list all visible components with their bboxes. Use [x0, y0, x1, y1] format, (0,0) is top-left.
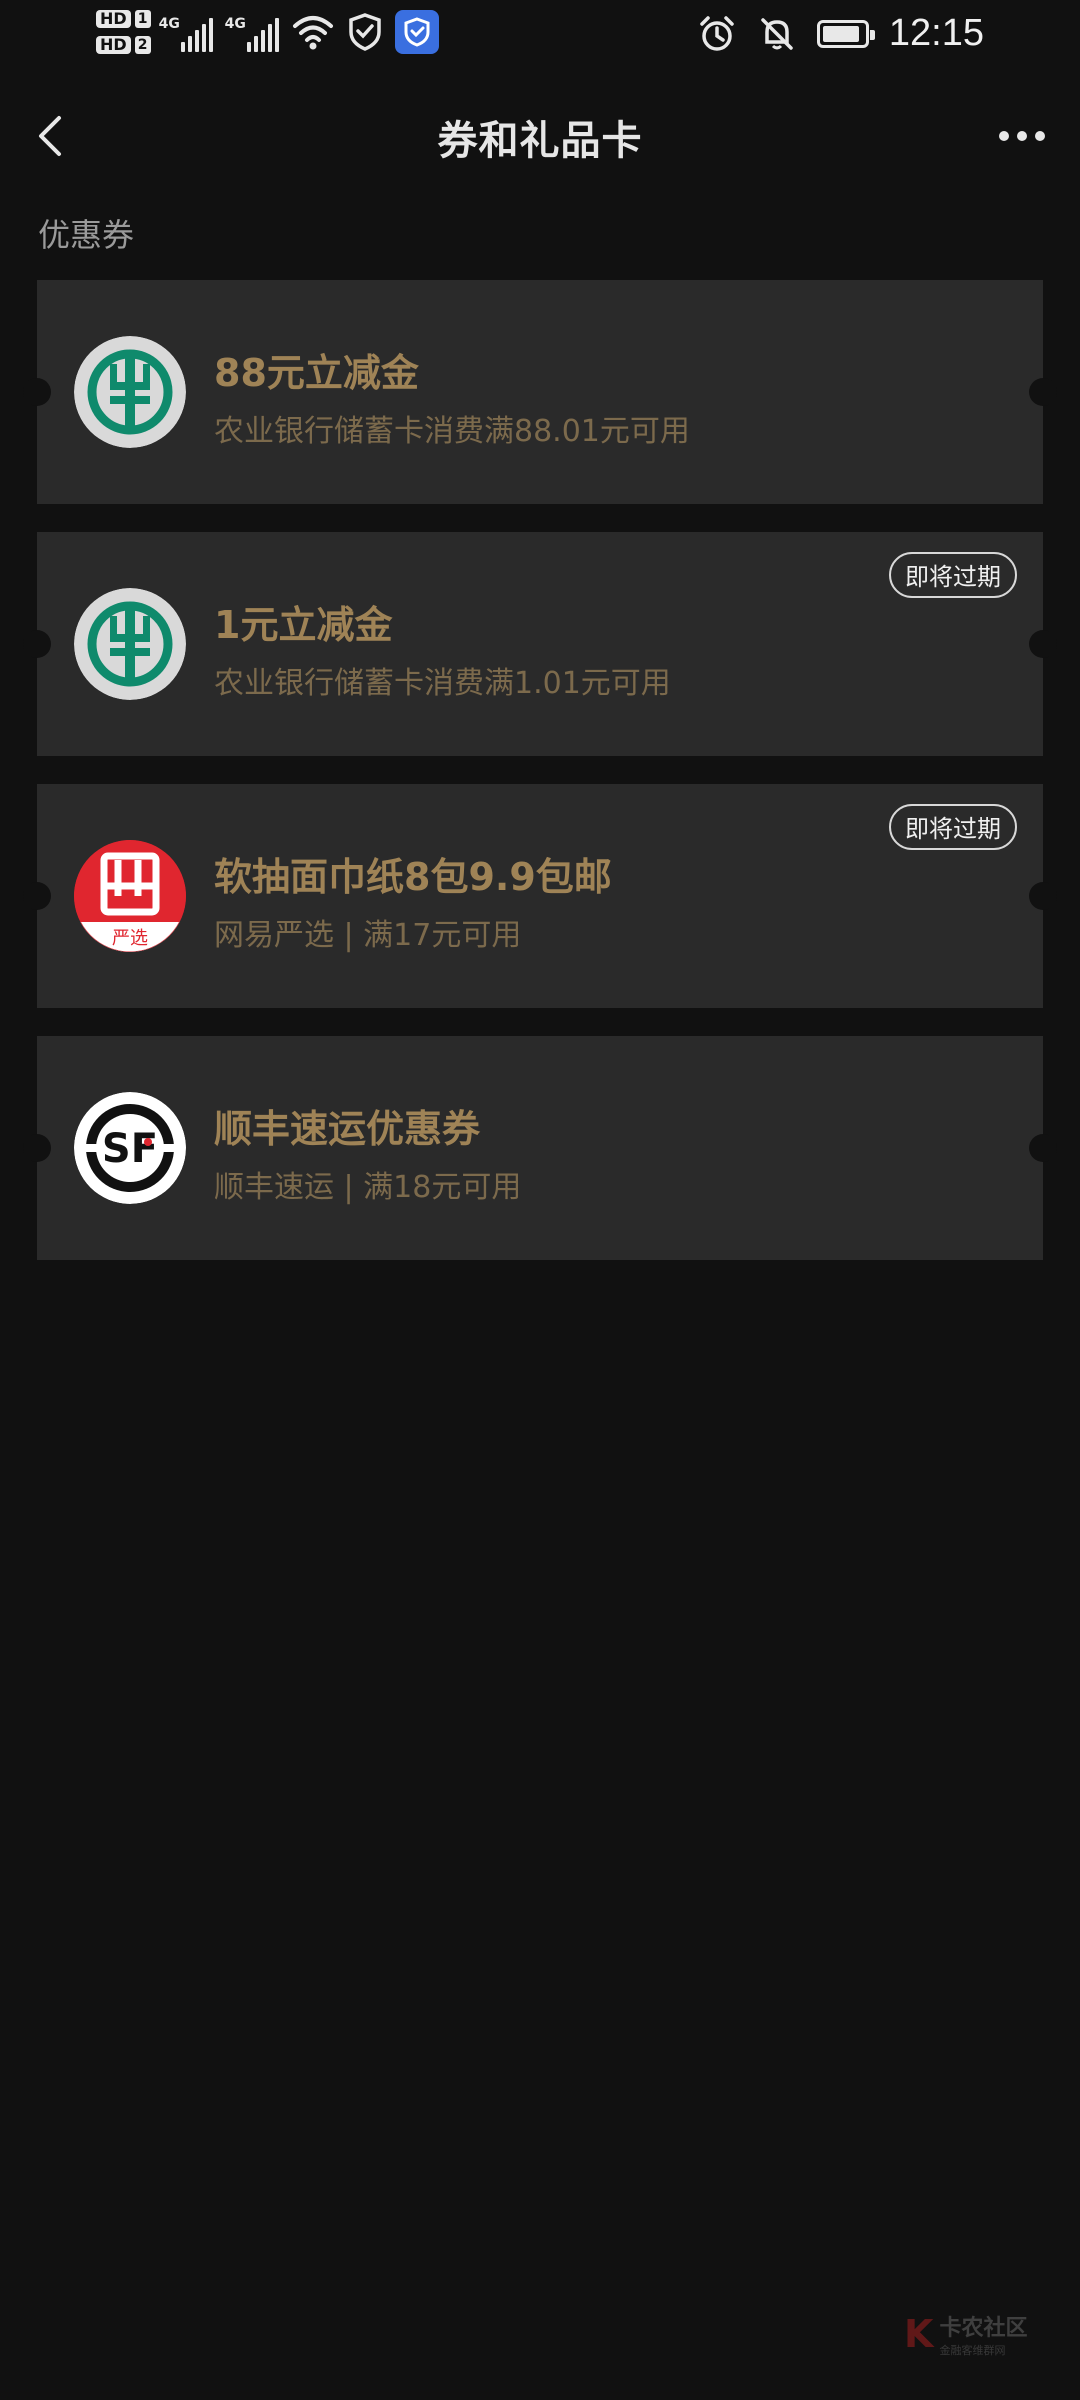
- coupon-description: 农业银行储蓄卡消费满1.01元可用: [214, 666, 671, 701]
- nav-bar: 券和礼品卡: [0, 90, 1080, 180]
- guard-app-icon: [394, 10, 439, 54]
- alarm-icon: [700, 15, 734, 51]
- coupon-card[interactable]: 即将过期 严选 软抽面巾纸8包9.9包邮 网易严选 | 满17元可用: [23, 784, 1057, 1008]
- network-type: 4G: [158, 16, 180, 32]
- status-left: HD 1 HD 2 4G 4G: [96, 10, 439, 54]
- coupon-description: 顺丰速运 | 满18元可用: [214, 1170, 522, 1205]
- abc-bank-logo: [74, 588, 186, 700]
- watermark-k-logo: K: [904, 2312, 934, 2356]
- watermark: K 卡农社区 金融客维群网: [904, 2310, 1027, 2358]
- watermark-line1: 卡农社区: [939, 2316, 1028, 2341]
- signal-icon: 4G: [159, 10, 217, 54]
- network-type: 4G: [224, 16, 246, 32]
- page-title: 券和礼品卡: [437, 118, 643, 164]
- sim2-indicator: HD 2: [96, 36, 151, 54]
- more-horizontal-icon: [999, 131, 1009, 141]
- coupon-title: 软抽面巾纸8包9.9包邮: [214, 855, 612, 899]
- sf-express-logo: SF: [74, 1092, 186, 1204]
- abc-bank-logo: [74, 336, 186, 448]
- battery-icon: [816, 19, 875, 48]
- security-shield-icon: [348, 13, 381, 51]
- coupon-card[interactable]: 88元立减金 农业银行储蓄卡消费满88.01元可用: [23, 280, 1057, 504]
- coupon-description: 农业银行储蓄卡消费满88.01元可用: [214, 414, 690, 449]
- status-right: 12:15: [697, 12, 984, 55]
- coupon-card[interactable]: SF 顺丰速运优惠券 顺丰速运 | 满18元可用: [23, 1036, 1057, 1260]
- yanxuan-caption: 严选: [112, 928, 148, 949]
- wifi-icon: [292, 16, 333, 50]
- hd-badge: HD: [96, 36, 131, 54]
- expiring-soon-badge: 即将过期: [889, 804, 1017, 850]
- sim-slot-number: 2: [134, 36, 151, 54]
- clock: 12:15: [888, 12, 984, 54]
- coupon-list: 88元立减金 农业银行储蓄卡消费满88.01元可用 即将过期 1元立减金 农业银…: [23, 280, 1057, 1288]
- hd-badge: HD: [96, 10, 131, 28]
- more-options-button[interactable]: [990, 108, 1054, 164]
- expiring-soon-badge: 即将过期: [889, 552, 1017, 598]
- mute-bell-icon: [761, 17, 793, 50]
- signal-icon-2: 4G: [225, 10, 283, 54]
- sim-slot-number: 1: [134, 10, 151, 28]
- watermark-line2: 金融客维群网: [939, 2344, 1006, 2357]
- coupon-card[interactable]: 即将过期 1元立减金 农业银行储蓄卡消费满1.01元可用: [23, 532, 1057, 756]
- coupon-title: 88元立减金: [214, 351, 419, 395]
- coupon-title: 1元立减金: [214, 603, 393, 647]
- coupon-description: 网易严选 | 满17元可用: [214, 918, 522, 953]
- sim-indicators: HD 1 HD 2: [96, 10, 151, 54]
- status-bar: HD 1 HD 2 4G 4G 12:15: [0, 0, 1080, 78]
- coupon-title: 顺丰速运优惠券: [214, 1107, 481, 1151]
- svg-text:SF: SF: [102, 1126, 158, 1172]
- sim1-indicator: HD 1: [96, 10, 151, 28]
- yanxuan-logo: 严选: [74, 840, 186, 952]
- section-title-coupons: 优惠券: [38, 216, 135, 254]
